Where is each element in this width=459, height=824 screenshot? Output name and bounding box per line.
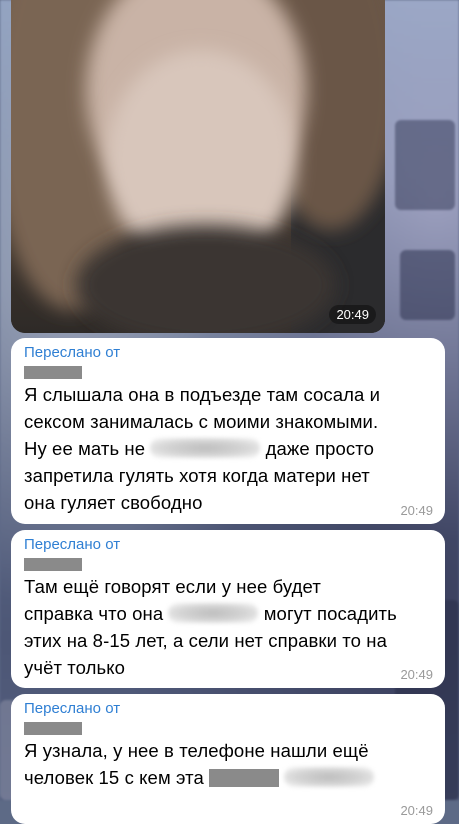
message-line: этих на 8-15 лет, а сели нет справки то …: [24, 630, 387, 651]
forwarded-message[interactable]: Переслано от Я слышала она в подъезде та…: [11, 338, 445, 524]
message-segment: человек 15 с кем эта: [24, 767, 204, 788]
message-timestamp: 20:49: [400, 803, 433, 818]
message-text: Я узнала, у нее в телефоне нашли ещё чел…: [24, 737, 433, 791]
message-segment: справка что она: [24, 603, 164, 624]
message-timestamp: 20:49: [400, 503, 433, 518]
forwarded-message[interactable]: Переслано от Я узнала, у нее в телефоне …: [11, 694, 445, 824]
message-line: Там ещё говорят если у нее будет: [24, 576, 321, 597]
message-text: Я слышала она в подъезде там сосала и се…: [24, 381, 433, 516]
forwarded-from-label: Переслано от: [24, 344, 121, 361]
forwarded-from-label: Переслано от: [24, 536, 121, 553]
message-line: Ну ее мать не даже просто: [24, 435, 433, 462]
redacted-sender-name: [24, 558, 82, 571]
message-line: человек 15 с кем эта: [24, 764, 433, 791]
blurred-redaction: [284, 767, 375, 787]
message-line: учёт только: [24, 657, 126, 678]
message-segment: могут посадить: [263, 603, 397, 624]
blurred-redaction: [150, 438, 261, 458]
blurred-photo: [11, 0, 385, 333]
wallpaper-shape: [395, 120, 455, 210]
message-segment: Ну ее мать не: [24, 438, 146, 459]
photo-message[interactable]: 20:49: [11, 0, 385, 333]
redacted-sender-name: [24, 722, 82, 735]
forwarded-message[interactable]: Переслано от Там ещё говорят если у нее …: [11, 530, 445, 688]
redaction-bar: [209, 769, 280, 787]
message-line: Я узнала, у нее в телефоне нашли ещё: [24, 740, 369, 761]
blurred-redaction: [168, 603, 259, 623]
forwarded-from-label: Переслано от: [24, 700, 121, 717]
message-segment: даже просто: [265, 438, 375, 459]
message-line: запретила гулять хотя когда матери нет: [24, 465, 370, 486]
message-line: справка что она могут посадить: [24, 600, 433, 627]
message-text: Там ещё говорят если у нее будет справка…: [24, 573, 433, 681]
wallpaper-shape: [400, 250, 455, 320]
redacted-sender-name: [24, 366, 82, 379]
photo-timestamp: 20:49: [329, 305, 376, 324]
message-timestamp: 20:49: [400, 667, 433, 682]
message-line: она гуляет свободно: [24, 492, 203, 513]
message-line: сексом занималась с моими знакомыми.: [24, 411, 379, 432]
message-line: Я слышала она в подъезде там сосала и: [24, 384, 381, 405]
